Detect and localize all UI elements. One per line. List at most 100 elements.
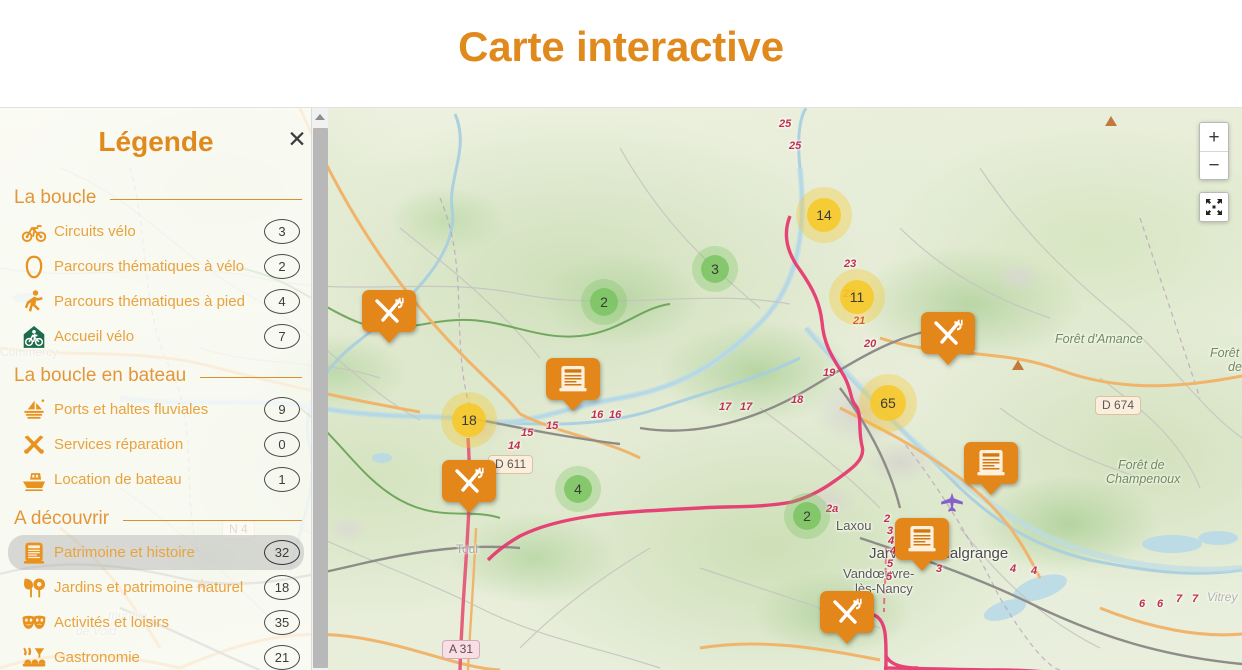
legend-section-title: A découvrir [14, 508, 110, 529]
route-km-label: 2 [884, 513, 891, 525]
route-km-label: 15 [546, 420, 559, 432]
route-km-label: 7 [1176, 593, 1183, 605]
zoom-control-group[interactable]: + − [1199, 122, 1229, 180]
sailboat-icon [24, 398, 45, 419]
legend-section: La boucle Circuits vélo 3 Parcours thémati… [8, 182, 304, 354]
gastronomy-icon [14, 645, 54, 670]
restaurant-marker[interactable] [442, 460, 496, 513]
bike-welcome-icon [23, 325, 45, 348]
legend-section-title: La boucle [14, 187, 97, 208]
map-cluster[interactable]: 2 [590, 288, 618, 316]
legend-item-ports-et-haltes-fluviales[interactable]: Ports et haltes fluviales 9 [8, 392, 304, 427]
legend-scrollbar[interactable] [311, 108, 328, 670]
restaurant-icon [934, 319, 963, 345]
route-km-label: 15 [521, 427, 534, 439]
route-km-label: 25 [789, 140, 802, 152]
pin-body [362, 290, 416, 332]
map-cluster[interactable]: 2 [793, 502, 821, 530]
legend-section-header: La boucle [8, 182, 304, 214]
route-km-label: 14 [508, 440, 521, 452]
legend-item-label: Accueil vélo [54, 328, 135, 345]
legend-item-label: Activités et loisirs [54, 614, 170, 631]
page-header: Carte interactive [0, 0, 1242, 108]
restaurant-marker[interactable] [820, 591, 874, 644]
pin-tip [937, 353, 959, 365]
bicycle-icon [14, 219, 54, 245]
legend-item-label: Services réparation [54, 436, 184, 453]
legend-item-count: 21 [264, 645, 300, 670]
motorboat-icon [14, 467, 54, 493]
legend-item-parcours-th-matiques-v-lo[interactable]: Parcours thématiques à vélo 2 [8, 249, 304, 284]
heritage-panel-icon [14, 540, 54, 566]
tools-icon [14, 432, 54, 458]
map-cluster[interactable]: 14 [807, 198, 841, 232]
heritage-marker[interactable] [964, 442, 1018, 495]
map-cluster[interactable]: 11 [840, 280, 874, 314]
loop-route-icon [14, 254, 54, 280]
page-title: Carte interactive [458, 22, 784, 70]
legend-item-count: 35 [264, 610, 300, 635]
legend-item-location-de-bateau[interactable]: Location de bateau 1 [8, 462, 304, 497]
legend-section-header: La boucle en bateau [8, 360, 304, 392]
legend-header: Légende ✕ [8, 108, 306, 176]
heritage-marker[interactable] [895, 518, 949, 571]
pin-body [442, 460, 496, 502]
legend-item-count: 4 [264, 289, 300, 314]
legend-title: Légende [98, 126, 214, 157]
scroll-up-arrow-icon[interactable] [312, 108, 328, 125]
legend-section: La boucle en bateau Ports et haltes fluv… [8, 360, 304, 497]
map-controls[interactable]: + − [1199, 122, 1229, 222]
legend-scroll-content: Légende ✕ La boucle Circuits vélo 3 Parcou… [0, 108, 328, 670]
legend-item-count: 2 [264, 254, 300, 279]
legend-item-label: Parcours thématiques à pied [54, 293, 245, 310]
route-km-label: 20 [864, 338, 877, 350]
zoom-out-button[interactable]: − [1200, 151, 1228, 179]
legend-item-count: 18 [264, 575, 300, 600]
legend-item-patrimoine-et-histoire[interactable]: Patrimoine et histoire 32 [8, 535, 304, 570]
legend-item-circuits-v-lo[interactable]: Circuits vélo 3 [8, 214, 304, 249]
pin-tip [562, 399, 584, 411]
close-icon[interactable]: ✕ [282, 124, 312, 154]
legend-item-count: 7 [264, 324, 300, 349]
pin-tip [458, 501, 480, 513]
heritage-panel-icon [908, 526, 936, 552]
restaurant-icon [833, 598, 862, 624]
legend-item-label: Gastronomie [54, 649, 140, 666]
legend-item-count: 9 [264, 397, 300, 422]
restaurant-marker[interactable] [362, 290, 416, 343]
map-cluster[interactable]: 3 [701, 255, 729, 283]
legend-item-accueil-v-lo[interactable]: Accueil vélo 7 [8, 319, 304, 354]
route-km-label: 25 [779, 118, 792, 130]
restaurant-icon [455, 467, 484, 493]
route-km-label: 19 [823, 367, 836, 379]
fullscreen-control-group[interactable] [1199, 192, 1229, 222]
heritage-panel-icon [977, 450, 1005, 476]
fullscreen-button[interactable] [1200, 193, 1228, 221]
map-cluster[interactable]: 4 [564, 475, 592, 503]
restaurant-marker[interactable] [921, 312, 975, 365]
map-cluster[interactable]: 18 [452, 403, 486, 437]
pin-tip [836, 632, 858, 644]
walking-icon [14, 289, 54, 315]
tools-icon [24, 434, 44, 454]
route-km-label: 7 [1192, 593, 1199, 605]
legend-section: A découvrir Patrimoine et histoire 32 Jar… [8, 503, 304, 670]
legend-item-parcours-th-matiques-pied[interactable]: Parcours thématiques à pied 4 [8, 284, 304, 319]
legend-item-jardins-et-patrimoine-naturel[interactable]: Jardins et patrimoine naturel 18 [8, 570, 304, 605]
zoom-in-button[interactable]: + [1200, 123, 1228, 151]
section-divider [110, 198, 302, 200]
legend-item-count: 3 [264, 219, 300, 244]
theatre-masks-icon [22, 615, 46, 629]
legend-item-gastronomie[interactable]: Gastronomie 21 [8, 640, 304, 670]
legend-item-label: Jardins et patrimoine naturel [54, 579, 244, 596]
motorboat-icon [22, 472, 46, 491]
heritage-marker[interactable] [546, 358, 600, 411]
scrollbar-thumb[interactable] [313, 128, 328, 668]
legend-item-activit-s-et-loisirs[interactable]: Activités et loisirs 35 [8, 605, 304, 640]
legend-panel[interactable]: Légende ✕ La boucle Circuits vélo 3 Parcou… [0, 108, 328, 670]
legend-item-services-r-paration[interactable]: Services réparation 0 [8, 427, 304, 462]
route-km-label: 6 [1139, 598, 1146, 610]
legend-item-label: Patrimoine et histoire [54, 544, 195, 561]
map-cluster[interactable]: 65 [870, 385, 906, 421]
route-km-label: 21 [853, 315, 866, 327]
